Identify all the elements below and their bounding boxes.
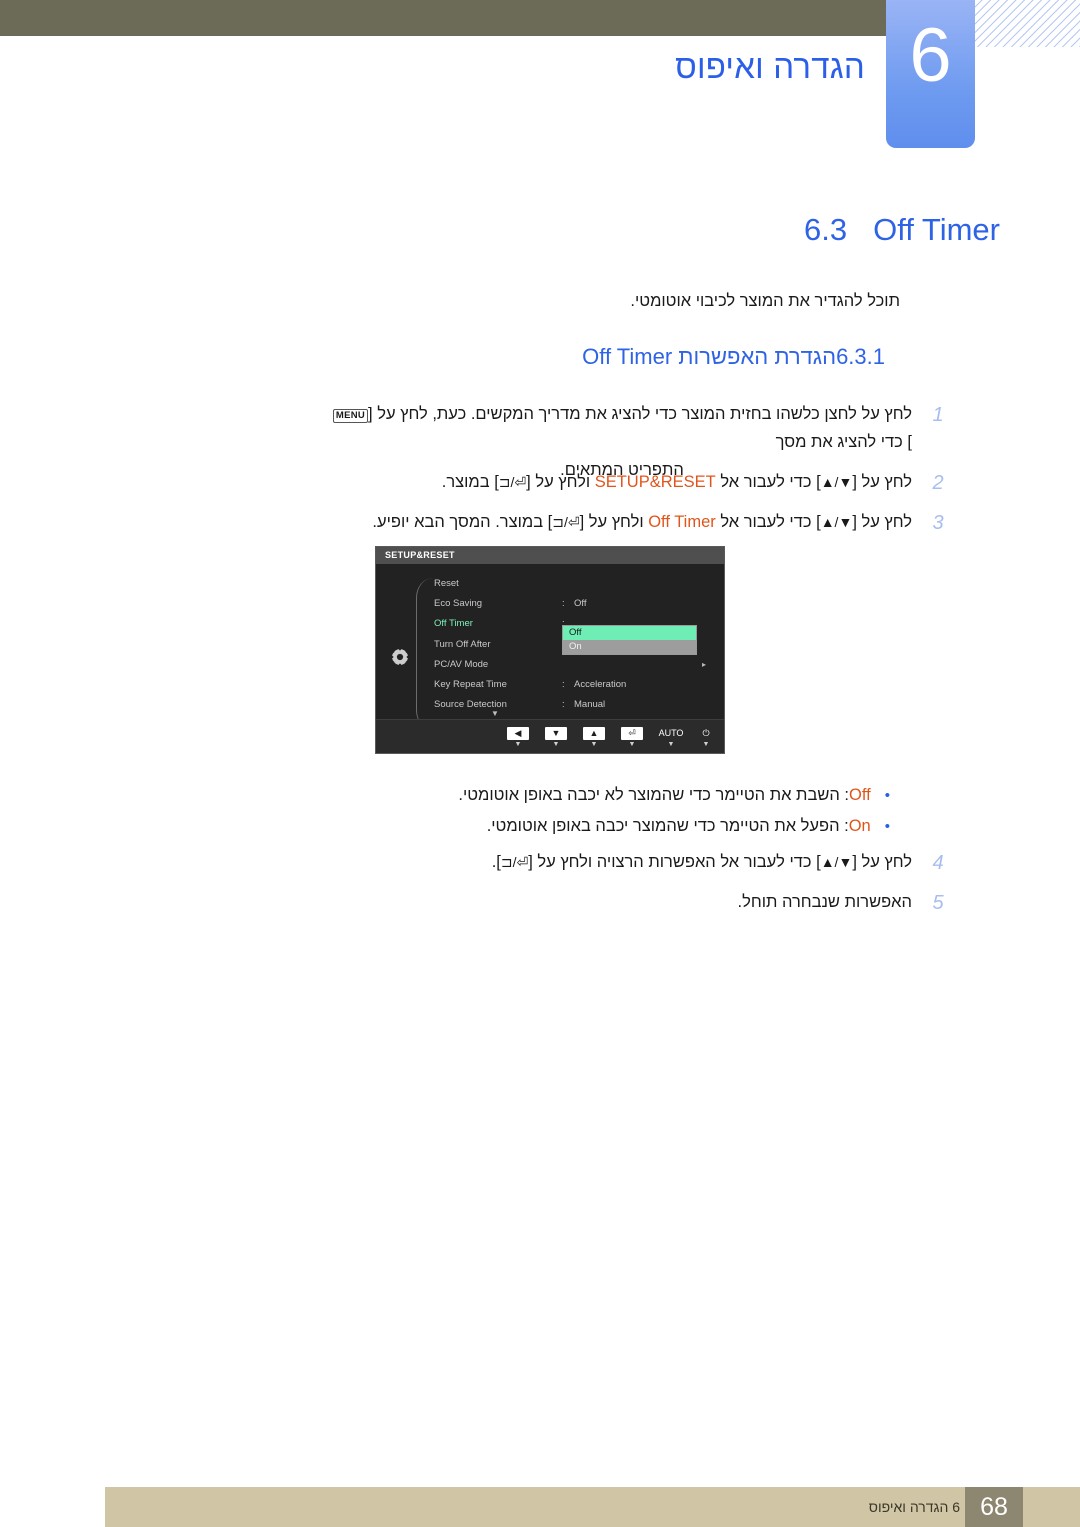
osd-button-bar: ◀ ▼ ▼ ▼ ▲ ▼ ⏎ ▼ AUTO ▼ ⏻ ▼ [376, 719, 724, 753]
down-arrow-icon: ▼ [545, 727, 567, 740]
enter-keycap: ⊐/⏎ [498, 474, 527, 490]
osd-row-source-detection[interactable]: Source Detection: Manual [434, 695, 718, 715]
chevron-right-icon: ▸ [701, 659, 706, 669]
menu-keycap: MENU [332, 409, 369, 423]
bullet-on-keyword: On [848, 817, 871, 835]
osd-row-eco-saving[interactable]: Eco Saving: Off [434, 594, 718, 614]
step-3: 3 לחץ על [▲/▼] כדי לעבור אל Off Timer ול… [332, 508, 943, 536]
osd-button-power[interactable]: ⏻ ▼ [688, 727, 724, 749]
up-arrow-icon: ▲ [583, 727, 605, 740]
step-1-text-b: ] כדי להציג את מסך [775, 433, 912, 451]
section-heading: 6.3 Off Timer [804, 212, 1000, 248]
section-intro: תוכל להגדיר את המוצר לכיבוי אוטומטי. [630, 292, 900, 310]
subsection-title: הגדרת האפשרות Off Timer [582, 344, 837, 369]
up-down-keycap: ▲/▼ [820, 854, 853, 870]
osd-row-key-repeat-time[interactable]: Key Repeat Time: Acceleration [434, 675, 718, 695]
step-3-keyword: Off Timer [648, 513, 716, 531]
osd-row-colon: : [562, 598, 565, 610]
step-3-text-b: ] כדי לעבור אל [715, 513, 821, 531]
left-arrow-icon: ◀ [507, 727, 529, 740]
button-tick-icon: ▼ [590, 741, 598, 748]
power-icon: ⏻ [702, 728, 710, 738]
page-number: 68 [980, 1493, 1008, 1521]
gear-icon [389, 646, 411, 668]
step-5: 5 האפשרות שנבחרה תוחל. [332, 888, 944, 916]
osd-button-enter[interactable]: ⏎ ▼ [614, 727, 650, 749]
subsection-number: 6.3.1 [836, 344, 885, 369]
header-hatch-pattern [975, 0, 1080, 47]
step-5-text: האפשרות שנבחרה תוחל. [737, 893, 912, 911]
section-number: 6.3 [803, 212, 848, 247]
step-4-text-c: ]. [491, 853, 501, 871]
chapter-title: הגדרה ואיפוס [675, 48, 865, 85]
step-2-text-c: ולחץ על [ [526, 473, 595, 491]
bullet-dot-icon: • [884, 787, 890, 804]
off-timer-options-popup: Off On [562, 625, 697, 655]
osd-row-label: Eco Saving [434, 598, 483, 610]
osd-button-down[interactable]: ▼ ▼ [538, 727, 574, 749]
step-1-number: 1 [932, 404, 944, 426]
osd-row-label: Off Timer [434, 618, 473, 630]
osd-brace [416, 578, 433, 730]
bullet-off-text: : השבת את הטיימר כדי שהמוצר לא יכבה באופ… [458, 786, 850, 804]
step-5-number: 5 [932, 892, 944, 914]
osd-row-label: Key Repeat Time [434, 678, 507, 690]
step-2-text-b: ] כדי לעבור אל [715, 473, 821, 491]
up-down-keycap: ▲/▼ [820, 514, 853, 530]
osd-row-value: Manual [574, 699, 606, 711]
osd-row-label: Reset [434, 578, 459, 589]
osd-screenshot: SETUP&RESET Reset Eco Saving: Off Off T… [375, 546, 725, 754]
footer-chapter-label: 6 הגדרה ואיפוס [868, 1499, 960, 1515]
enter-icon: ⏎ [621, 727, 643, 740]
osd-body: Reset Eco Saving: Off Off Timer: Turn Off… [376, 564, 724, 730]
bullet-on: • On: הפעל את הטיימר כדי שהמוצר יכבה באופ… [487, 817, 890, 836]
option-on[interactable]: On [563, 640, 696, 654]
osd-row-value: Acceleration [574, 678, 627, 690]
osd-row-pc-av-mode[interactable]: PC/AV Mode ▸ [434, 655, 718, 675]
enter-keycap: ⊐/⏎ [500, 854, 529, 870]
subsection-heading: 6.3.1הגדרת האפשרות Off Timer [582, 344, 913, 370]
bullet-off-keyword: Off [849, 786, 871, 804]
step-4-text-b: ] כדי לעבור אל האפשרות הרצויה ולחץ על [ [528, 853, 821, 871]
up-down-keycap: ▲/▼ [820, 474, 853, 490]
bullet-off: • Off: השבת את הטיימר כדי שהמוצר לא יכבה … [458, 786, 890, 805]
step-3-text-a: לחץ על [ [852, 513, 912, 531]
osd-row-reset[interactable]: Reset [434, 574, 718, 594]
step-2: 2 לחץ על [▲/▼] כדי לעבור אל SETUP&RESET … [332, 468, 944, 496]
step-4: 4 לחץ על [▲/▼] כדי לעבור אל האפשרות הרצו… [332, 848, 944, 876]
step-3-number: 3 [932, 512, 944, 534]
osd-row-label: Turn Off After [434, 638, 491, 650]
enter-keycap: ⊐/⏎ [552, 514, 580, 530]
osd-row-value: Off [574, 598, 587, 610]
option-off[interactable]: Off [563, 626, 696, 640]
osd-row-label: PC/AV Mode [434, 658, 489, 670]
step-3-text-c: ולחץ על [ [579, 513, 649, 531]
button-tick-icon: ▼ [628, 741, 636, 748]
bullet-dot-icon: • [884, 818, 890, 835]
osd-title: SETUP&RESET [376, 547, 724, 564]
chapter-number: 6 [909, 13, 952, 98]
step-2-text-a: לחץ על [ [852, 473, 912, 491]
step-2-keyword: SETUP&RESET [594, 473, 716, 491]
button-tick-icon: ▼ [702, 741, 710, 748]
scroll-down-icon: ▼ [491, 709, 499, 718]
osd-button-left[interactable]: ◀ ▼ [500, 727, 536, 749]
step-3-text-d: ] במוצר. המסך הבא יופיע. [372, 513, 553, 531]
section-title: Off Timer [873, 212, 1000, 247]
bullet-on-text: : הפעל את הטיימר כדי שהמוצר יכבה באופן א… [486, 817, 849, 835]
step-1-line1: לחץ על לחצן כלשהו בחזית המוצר כדי להציג … [332, 400, 912, 456]
osd-row-colon: : [562, 699, 565, 711]
step-2-text-d: ] במוצר. [441, 473, 499, 491]
button-tick-icon: ▼ [552, 741, 560, 748]
manual-page: 6 הגדרה ואיפוס 6.3 Off Timer תוכל להגדיר … [0, 0, 1080, 1527]
button-tick-icon: ▼ [514, 741, 522, 748]
osd-button-up[interactable]: ▲ ▼ [576, 727, 612, 749]
header-olive-bar [0, 0, 886, 36]
step-1-text-a: לחץ על לחצן כלשהו בחזית המוצר כדי להציג … [368, 405, 912, 423]
osd-row-colon: : [562, 678, 565, 690]
step-4-text-a: לחץ על [ [852, 853, 912, 871]
step-4-number: 4 [932, 852, 944, 874]
step-2-number: 2 [932, 472, 944, 494]
